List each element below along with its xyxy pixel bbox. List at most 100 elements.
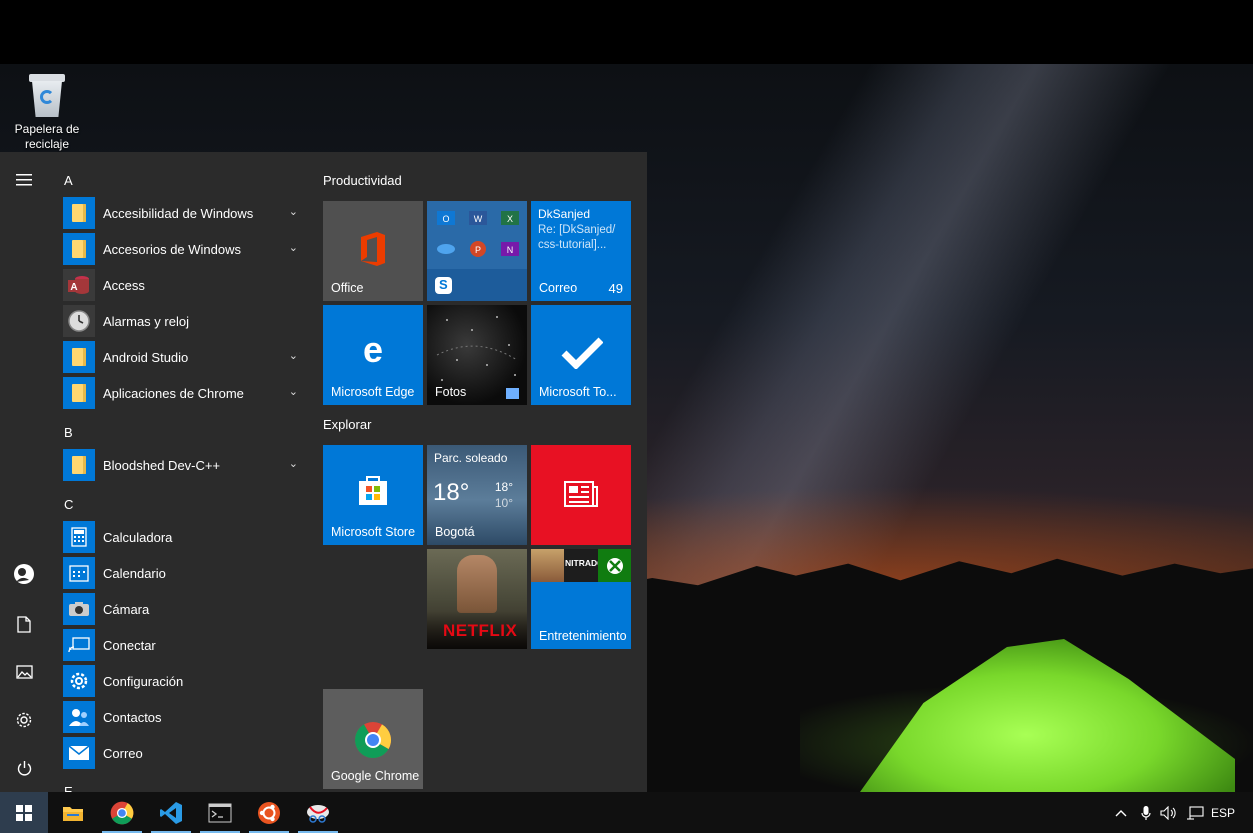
chevron-down-icon[interactable]: ⌄ <box>289 349 298 362</box>
store-icon <box>359 476 387 505</box>
list-item[interactable]: Alarmas y reloj <box>63 305 308 337</box>
xbox-icon <box>598 549 631 582</box>
file-explorer-icon[interactable] <box>49 792 97 833</box>
start-button[interactable] <box>0 792 48 833</box>
settings-icon[interactable] <box>0 700 48 740</box>
svg-text:e: e <box>363 335 383 367</box>
list-item[interactable]: Aplicaciones de Chrome ⌄ <box>63 377 308 409</box>
list-item[interactable]: Calendario <box>63 557 308 589</box>
network-icon[interactable] <box>1183 792 1207 833</box>
mail-count-badge: 49 <box>608 281 623 296</box>
netflix-logo: NETFLIX <box>443 621 518 640</box>
tile-store[interactable]: Microsoft Store <box>323 445 423 545</box>
list-item[interactable]: Calculadora <box>63 521 308 553</box>
tile-weather[interactable]: Parc. soleado 18° 18° 10° Bogotá <box>427 445 527 545</box>
group-title-productivity[interactable]: Productividad <box>323 173 402 188</box>
checkmark-icon <box>561 337 603 369</box>
office-icon <box>361 232 385 266</box>
section-letter-e[interactable]: E <box>64 784 73 792</box>
calculator-icon <box>63 521 95 553</box>
calendar-icon <box>63 557 95 589</box>
contacts-icon <box>63 701 95 733</box>
app-list: A Accesibilidad de Windows ⌄ Accesorios … <box>48 152 308 792</box>
language-indicator[interactable]: ESP <box>1208 792 1238 833</box>
skype-icon: S <box>435 277 452 294</box>
mail-icon <box>63 737 95 769</box>
tile-photos[interactable]: Fotos <box>427 305 527 405</box>
list-item[interactable]: Cámara <box>63 593 308 625</box>
section-letter-a[interactable]: A <box>64 173 73 188</box>
documents-icon[interactable] <box>0 604 48 644</box>
edge-icon: e <box>363 335 383 367</box>
recycle-bin-label: Papelera de reciclaje <box>14 122 80 151</box>
list-item[interactable]: Correo <box>63 737 308 769</box>
list-item[interactable]: Android Studio ⌄ <box>63 341 308 373</box>
recycle-bin-icon <box>27 72 67 118</box>
volume-icon[interactable] <box>1158 792 1180 833</box>
list-item[interactable]: Accesorios de Windows ⌄ <box>63 233 308 265</box>
svg-text:O: O <box>442 214 449 224</box>
chrome-icon[interactable] <box>98 792 146 833</box>
folder-icon <box>63 197 95 229</box>
svg-text:X: X <box>507 214 513 224</box>
taskbar: ESP <box>0 792 1253 833</box>
tile-todo[interactable]: Microsoft To... <box>531 305 631 405</box>
tile-netflix[interactable]: NETFLIX <box>427 549 527 649</box>
list-item[interactable]: Conectar <box>63 629 308 661</box>
office-apps-icons: O W X P N <box>437 211 519 257</box>
svg-text:N: N <box>507 245 514 255</box>
ubuntu-icon[interactable] <box>245 792 293 833</box>
svg-text:W: W <box>474 214 483 224</box>
power-icon[interactable] <box>0 748 48 788</box>
tile-chrome[interactable]: Google Chrome <box>323 689 423 789</box>
section-letter-b[interactable]: B <box>64 425 73 440</box>
section-letter-c[interactable]: C <box>64 497 73 512</box>
svg-text:A: A <box>70 282 77 293</box>
folder-icon <box>63 233 95 265</box>
folder-icon <box>63 341 95 373</box>
entertainment-mini-2: NITRADO <box>564 549 604 582</box>
tile-office[interactable]: Office <box>323 201 423 301</box>
pictures-icon[interactable] <box>0 652 48 692</box>
access-icon: A <box>63 269 95 301</box>
tile-edge[interactable]: e Microsoft Edge <box>323 305 423 405</box>
hamburger-icon[interactable] <box>0 160 48 200</box>
camera-icon <box>63 593 95 625</box>
folder-icon <box>63 377 95 409</box>
svg-text:P: P <box>475 245 481 255</box>
vscode-icon[interactable] <box>147 792 195 833</box>
windows-logo-icon <box>16 804 32 821</box>
tile-news[interactable] <box>531 445 631 545</box>
chrome-icon <box>355 722 392 759</box>
settings-gear-icon <box>63 665 95 697</box>
microphone-icon[interactable] <box>1136 792 1156 833</box>
weather-temp: 18° <box>433 479 470 506</box>
news-icon <box>564 481 598 507</box>
start-rail <box>0 152 48 792</box>
connect-icon <box>63 629 95 661</box>
terminal-icon[interactable] <box>196 792 244 833</box>
clock-icon <box>63 305 95 337</box>
chevron-down-icon[interactable]: ⌄ <box>289 457 298 470</box>
list-item[interactable]: A Access <box>63 269 308 301</box>
folder-icon <box>63 449 95 481</box>
group-title-explore[interactable]: Explorar <box>323 417 371 432</box>
list-item[interactable]: Accesibilidad de Windows ⌄ <box>63 197 308 229</box>
list-item[interactable]: Contactos <box>63 701 308 733</box>
chevron-up-icon[interactable] <box>1111 792 1131 833</box>
tile-office-apps[interactable]: O W X P N S <box>427 201 527 301</box>
list-item[interactable]: Bloodshed Dev-C++ ⌄ <box>63 449 308 481</box>
chevron-down-icon[interactable]: ⌄ <box>289 205 298 218</box>
list-item[interactable]: Configuración <box>63 665 308 697</box>
netflix-preview-person <box>457 555 497 613</box>
user-avatar-icon[interactable] <box>0 554 48 594</box>
snipping-tool-icon[interactable] <box>294 792 342 833</box>
recycle-bin-shortcut[interactable]: Papelera de reciclaje <box>10 72 84 152</box>
entertainment-mini-1 <box>531 549 564 582</box>
start-menu: A Accesibilidad de Windows ⌄ Accesorios … <box>0 152 647 792</box>
tile-entertainment[interactable]: NITRADO Entretenimiento <box>531 549 631 649</box>
top-black-band <box>0 0 1253 64</box>
chevron-down-icon[interactable]: ⌄ <box>289 241 298 254</box>
tile-mail[interactable]: DkSanjed Re: [DkSanjed/ css-tutorial]...… <box>531 201 631 301</box>
chevron-down-icon[interactable]: ⌄ <box>289 385 298 398</box>
